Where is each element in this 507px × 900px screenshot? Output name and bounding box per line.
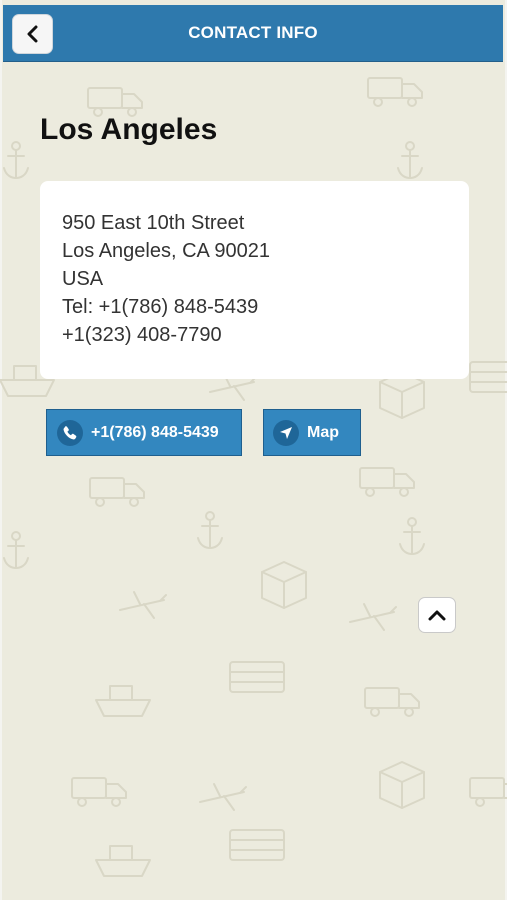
- address-country: USA: [62, 268, 104, 290]
- bg-truck-icon: [469, 777, 507, 807]
- bg-truck-icon: [89, 477, 145, 507]
- bg-container-icon: [469, 361, 507, 393]
- bg-box-icon: [379, 761, 425, 809]
- bg-anchor-icon: [3, 141, 29, 179]
- map-button-label: Map: [307, 423, 339, 441]
- scroll-to-top-button[interactable]: [418, 597, 456, 633]
- map-button[interactable]: Map: [263, 409, 361, 456]
- bg-anchor-icon: [397, 141, 423, 179]
- bg-plane-icon: [119, 591, 167, 619]
- page-title: CONTACT INFO: [188, 23, 318, 42]
- bg-truck-icon: [71, 777, 127, 807]
- bg-plane-icon: [349, 603, 397, 631]
- call-button[interactable]: +1(786) 848-5439: [46, 409, 242, 456]
- bg-truck-icon: [359, 467, 415, 497]
- bg-plane-icon: [199, 783, 247, 811]
- call-button-label: +1(786) 848-5439: [91, 423, 219, 441]
- frame-edge-left: [0, 0, 2, 900]
- bg-container-icon: [229, 661, 285, 693]
- address-phone-secondary: +1(323) 408-7790: [62, 324, 222, 346]
- navigation-arrow-icon: [273, 419, 299, 446]
- phone-icon: [57, 419, 83, 446]
- address-street: 950 East 10th Street: [62, 212, 245, 234]
- bg-truck-icon: [364, 687, 420, 717]
- address-phone-primary: Tel: +1(786) 848-5439: [62, 296, 259, 318]
- bg-container-icon: [229, 829, 285, 861]
- address-city-state-zip: Los Angeles, CA 90021: [62, 240, 270, 262]
- header-bar: CONTACT INFO: [3, 5, 503, 62]
- chevron-up-icon: [428, 610, 446, 621]
- bg-truck-icon: [367, 77, 423, 107]
- bg-ship-icon: [95, 685, 151, 717]
- bg-ship-icon: [95, 845, 151, 877]
- bg-truck-icon: [87, 87, 143, 117]
- chevron-left-icon: [27, 25, 37, 43]
- bg-anchor-icon: [399, 517, 425, 555]
- bg-anchor-icon: [3, 531, 29, 569]
- bg-box-icon: [261, 561, 307, 609]
- location-city-heading: Los Angeles: [40, 113, 218, 146]
- address-card: 950 East 10th Street Los Angeles, CA 900…: [40, 181, 469, 379]
- back-button[interactable]: [12, 14, 53, 54]
- bg-anchor-icon: [197, 511, 223, 549]
